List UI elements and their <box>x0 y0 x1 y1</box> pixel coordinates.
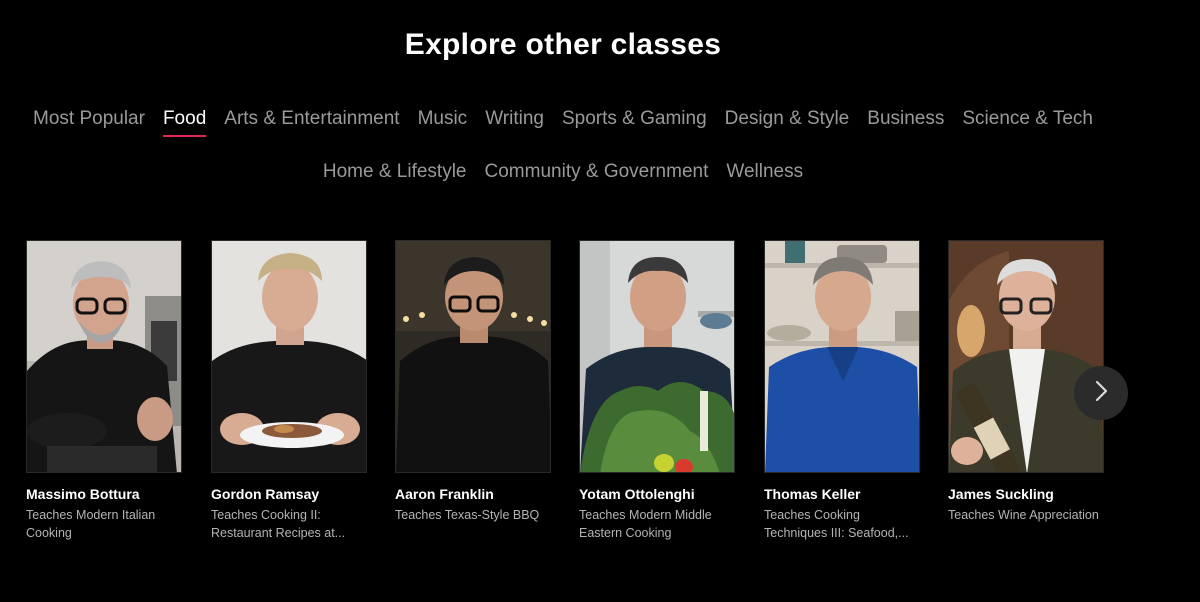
tab-music[interactable]: Music <box>418 108 468 136</box>
instructor-photo <box>764 240 920 473</box>
instructor-card[interactable]: Yotam Ottolenghi Teaches Modern Middle E… <box>579 240 735 542</box>
instructor-class: Teaches Cooking II: Restaurant Recipes a… <box>211 508 346 540</box>
tab-science-tech[interactable]: Science & Tech <box>962 108 1093 136</box>
tab-wellness[interactable]: Wellness <box>726 161 803 189</box>
instructor-name: Yotam Ottolenghi <box>579 486 695 502</box>
instructor-card[interactable]: Gordon Ramsay Teaches Cooking II: Restau… <box>211 240 367 542</box>
instructor-photo <box>26 240 182 473</box>
tab-food[interactable]: Food <box>162 108 207 137</box>
instructor-name: Gordon Ramsay <box>211 486 320 502</box>
tab-community-government[interactable]: Community & Government <box>485 161 709 189</box>
tab-writing[interactable]: Writing <box>485 108 544 136</box>
tab-sports-gaming[interactable]: Sports & Gaming <box>562 108 707 136</box>
carousel-next-button[interactable] <box>1074 366 1128 420</box>
instructor-card[interactable]: Aaron Franklin Teaches Texas-Style BBQ <box>395 240 551 524</box>
instructor-name: James Suckling <box>948 486 1054 502</box>
instructor-class: Teaches Modern Italian Cooking <box>26 508 156 540</box>
instructor-photo <box>579 240 735 473</box>
instructor-name: Massimo Bottura <box>26 486 140 502</box>
category-tabs-row-2: Home & Lifestyle Community & Government … <box>0 161 1126 189</box>
tab-arts-entertainment[interactable]: Arts & Entertainment <box>224 108 399 136</box>
instructor-photo <box>948 240 1104 473</box>
explore-classes-page: Explore other classes Most Popular Food … <box>0 0 1200 602</box>
page-title: Explore other classes <box>404 28 722 61</box>
tab-business[interactable]: Business <box>867 108 944 136</box>
instructor-photo <box>395 240 551 473</box>
chevron-right-icon <box>1091 379 1111 408</box>
tab-most-popular[interactable]: Most Popular <box>33 108 145 136</box>
category-tabs-row-1: Most Popular Food Arts & Entertainment M… <box>0 108 1126 137</box>
instructor-name: Aaron Franklin <box>395 486 494 502</box>
tab-design-style[interactable]: Design & Style <box>725 108 850 136</box>
instructor-name: Thomas Keller <box>764 486 861 502</box>
instructor-class: Teaches Modern Middle Eastern Cooking <box>579 508 712 540</box>
instructor-card[interactable]: Massimo Bottura Teaches Modern Italian C… <box>26 240 182 542</box>
instructor-class: Teaches Texas-Style BBQ <box>395 508 540 522</box>
instructor-photo <box>211 240 367 473</box>
instructor-card[interactable]: Thomas Keller Teaches Cooking Techniques… <box>764 240 920 542</box>
tab-home-lifestyle[interactable]: Home & Lifestyle <box>323 161 467 189</box>
instructor-class: Teaches Wine Appreciation <box>948 508 1099 522</box>
instructor-class: Teaches Cooking Techniques III: Seafood,… <box>764 508 909 540</box>
